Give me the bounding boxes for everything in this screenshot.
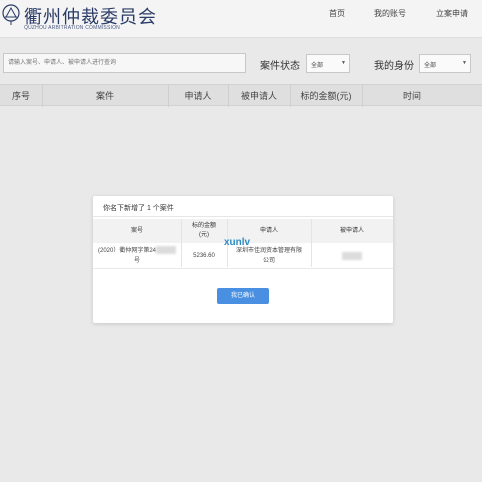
nav-home[interactable]: 首页 [329, 8, 345, 19]
dialog-cell-amount: 5236.60 [193, 253, 215, 259]
site-subtitle: QUZHOU ARBITRATION COMMISSION [24, 25, 120, 31]
case-status-select[interactable]: 全部 ▼ [306, 54, 350, 73]
dialog-column-case-no: 案号 [130, 227, 143, 234]
column-time: 时间 [402, 91, 421, 101]
dialog-column-amount: 标的金额 (元) [191, 223, 216, 238]
nav-my-account[interactable]: 我的账号 [374, 8, 406, 19]
case-status-value: 全部 [311, 63, 324, 69]
dialog-cell-respondent [311, 244, 393, 268]
column-amount: 标的金额(元) [300, 91, 352, 101]
confirm-button[interactable]: 我已确认 [217, 288, 269, 304]
nav-file-case[interactable]: 立案申请 [436, 8, 468, 19]
identity-value: 全部 [424, 63, 437, 69]
top-header: 衢州仲裁委员会 QUZHOU ARBITRATION COMMISSION 首页… [0, 0, 482, 38]
dialog-title: 你名下新增了 1 个案件 [103, 205, 174, 212]
identity-select[interactable]: 全部 ▼ [419, 54, 471, 73]
new-case-dialog: 你名下新增了 1 个案件 案号 标的金额 (元) 申请人 被申请人 (2020）… [93, 196, 393, 323]
commission-logo-icon [2, 4, 20, 25]
chevron-down-icon: ▼ [341, 60, 346, 66]
dialog-column-respondent: 被申请人 [339, 227, 364, 234]
redacted-digits [156, 246, 177, 255]
dialog-row-divider [93, 268, 393, 269]
chevron-down-icon: ▼ [462, 60, 467, 66]
case-table-header: 序号 案件 申请人 被申请人 标的金额(元) 时间 [0, 84, 482, 107]
dialog-divider [93, 216, 393, 217]
column-applicant: 申请人 [184, 91, 212, 101]
redacted-respondent [342, 252, 362, 260]
column-case: 案件 [95, 91, 114, 101]
column-respondent: 被申请人 [240, 91, 277, 101]
case-no-suffix: 号 [133, 258, 140, 264]
case-no-text: (2020）衢仲网字第24 [98, 246, 177, 256]
case-status-label: 案件状态 [260, 61, 300, 72]
dialog-cell-case-no: (2020）衢仲网字第24 号 [93, 244, 181, 268]
search-input[interactable] [3, 53, 246, 73]
watermark-text: xunlv [224, 237, 251, 248]
column-index: 序号 [11, 91, 30, 101]
identity-label: 我的身份 [374, 61, 414, 72]
filter-bar: 案件状态 全部 ▼ 我的身份 全部 ▼ [0, 50, 482, 80]
